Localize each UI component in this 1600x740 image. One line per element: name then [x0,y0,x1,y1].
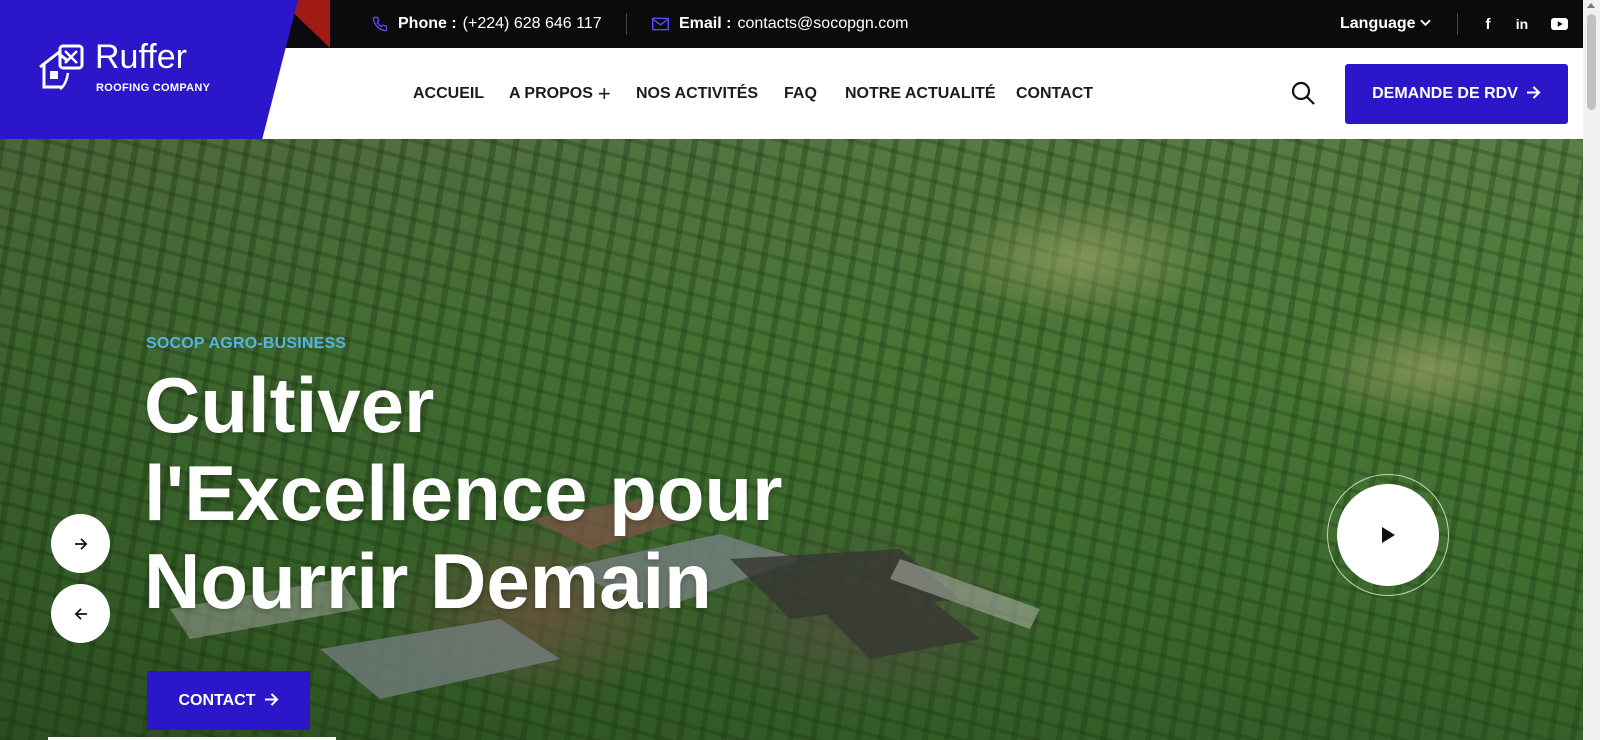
nav-item-faq[interactable]: FAQ [784,48,817,139]
nav-item-notre-actualite[interactable]: NOTRE ACTUALITÉ [845,48,996,139]
phone-icon [372,16,388,32]
arrow-right-icon [264,691,279,711]
page-scrollbar[interactable] [1583,0,1600,740]
divider [1457,13,1458,35]
appointment-button-label: DEMANDE DE RDV [1372,85,1518,102]
phone-label: Phone : [398,15,457,32]
email-label: Email : [679,15,732,32]
house-tools-icon [39,44,84,91]
hero-title-line: Cultiver [144,361,435,449]
envelope-icon [652,17,669,31]
nav-item-label: A PROPOS [509,84,593,102]
logo[interactable]: Ruffer ROOFING COMPANY [0,0,298,139]
nav-item-a-propos[interactable]: A PROPOS + [509,48,611,139]
hero-slider: SOCOP AGRO-BUSINESS Cultiver l'Excellenc… [0,139,1583,740]
hero-tagline: SOCOP AGRO-BUSINESS [146,335,347,352]
youtube-icon[interactable] [1547,0,1571,48]
hero-contact-button[interactable]: CONTACT [147,671,310,730]
brand-subtitle: ROOFING COMPANY [96,82,211,94]
divider [626,13,627,35]
page: Phone : (+224) 628 646 117 Email : conta… [0,0,1583,740]
phone-contact[interactable]: Phone : (+224) 628 646 117 [372,0,602,48]
chevron-down-icon [1419,18,1431,30]
play-icon [1382,527,1395,543]
facebook-icon[interactable]: f [1476,0,1500,48]
slider-prev-button[interactable] [51,584,110,643]
brand-name: Ruffer [95,38,187,76]
plus-icon: + [597,80,611,106]
appointment-button[interactable]: DEMANDE DE RDV [1345,64,1568,124]
scroll-up-arrow-icon[interactable] [1587,3,1595,8]
arrow-left-icon [74,607,87,620]
nav-item-contact[interactable]: CONTACT [1016,48,1093,139]
video-play-button[interactable] [1337,484,1439,586]
hero-title: Cultiver l'Excellence pour Nourrir Demai… [144,361,864,625]
phone-value: (+224) 628 646 117 [462,15,602,32]
hero-title-line: Nourrir Demain [144,537,712,625]
language-dropdown[interactable]: Language [1340,0,1431,48]
linkedin-icon[interactable]: in [1510,0,1534,48]
hero-title-line: l'Excellence pour [144,449,783,537]
language-label: Language [1340,15,1416,32]
email-value: contacts@socopgn.com [737,15,909,32]
arrow-right-icon [1526,84,1541,104]
nav-item-nos-activites[interactable]: NOS ACTIVITÉS [636,48,758,139]
arrow-right-icon [74,537,87,550]
nav-item-accueil[interactable]: ACCUEIL [413,48,484,139]
email-contact[interactable]: Email : contacts@socopgn.com [652,0,908,48]
search-icon[interactable] [1290,80,1316,106]
scrollbar-thumb[interactable] [1587,14,1596,110]
slider-next-button[interactable] [51,514,110,573]
hero-contact-label: CONTACT [178,691,256,709]
